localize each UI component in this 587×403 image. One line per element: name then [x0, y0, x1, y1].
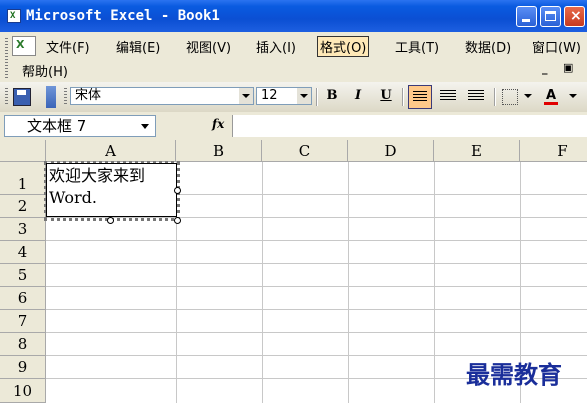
gridline-row — [46, 309, 587, 310]
menu-file[interactable]: 文件(F) — [46, 37, 90, 56]
formula-input[interactable] — [232, 115, 587, 137]
font-size-dropdown-icon[interactable] — [297, 88, 311, 104]
insert-function-icon[interactable]: fx — [212, 117, 224, 131]
column-header-c[interactable]: C — [262, 140, 348, 162]
font-color-button[interactable]: A — [541, 86, 561, 106]
minimize-button[interactable] — [516, 6, 537, 27]
row-header-10[interactable]: 10 — [0, 379, 46, 403]
column-header-d[interactable]: D — [348, 140, 434, 162]
row-header-6[interactable]: 6 — [0, 287, 46, 310]
row-header-5[interactable]: 5 — [0, 264, 46, 287]
toolbar-separator-2 — [402, 88, 404, 106]
menu-view[interactable]: 视图(V) — [186, 37, 231, 56]
formula-bar: 文本框 7 fx — [0, 112, 587, 140]
excel-app-icon[interactable]: X — [7, 9, 21, 23]
toolbar-grip-2[interactable] — [64, 88, 67, 106]
toolbar-separator — [316, 88, 318, 106]
workbook-icon[interactable]: X — [12, 36, 36, 56]
name-box-value: 文本框 7 — [27, 117, 87, 135]
align-left-icon — [413, 91, 427, 103]
toolbar-grip[interactable] — [5, 88, 8, 106]
row-header-3[interactable]: 3 — [0, 218, 46, 241]
font-color-dropdown-icon[interactable] — [569, 94, 577, 98]
watermark-logo-text: 最需教育 — [466, 360, 562, 389]
gridline-row — [46, 263, 587, 264]
menu-help[interactable]: 帮助(H) — [22, 61, 68, 80]
window-title: Microsoft Excel - Book1 — [26, 8, 220, 24]
font-name-select[interactable]: 宋体 — [70, 87, 254, 105]
menu-window[interactable]: 窗口(W) — [532, 37, 581, 56]
row-header-2[interactable]: 2 — [0, 195, 46, 218]
borders-icon[interactable] — [502, 89, 518, 105]
doc-minimize-icon[interactable]: _ — [542, 62, 548, 75]
font-color-swatch — [544, 102, 558, 105]
formatting-toolbar: 宋体 12 B I U A — [0, 82, 587, 112]
row-header-7[interactable]: 7 — [0, 310, 46, 333]
menu-tools[interactable]: 工具(T) — [395, 37, 439, 56]
gridline-col — [434, 162, 435, 403]
menu-edit[interactable]: 编辑(E) — [116, 37, 160, 56]
align-left-button[interactable] — [408, 85, 432, 109]
select-all-corner[interactable] — [0, 140, 46, 162]
font-size-value: 12 — [261, 88, 278, 103]
gridline-col — [262, 162, 263, 403]
maximize-button[interactable] — [540, 6, 561, 27]
resize-handle-bottom-right[interactable] — [174, 217, 181, 224]
name-box[interactable]: 文本框 7 — [4, 115, 156, 137]
close-button[interactable]: × — [564, 6, 585, 27]
resize-handle-bottom[interactable] — [107, 217, 114, 224]
menu-insert[interactable]: 插入(I) — [256, 37, 296, 56]
italic-button[interactable]: I — [348, 86, 368, 106]
column-header-f[interactable]: F — [520, 140, 587, 162]
font-size-select[interactable]: 12 — [256, 87, 312, 105]
align-right-icon[interactable] — [468, 90, 484, 102]
bold-button[interactable]: B — [322, 86, 342, 106]
toolbar-options-icon[interactable] — [46, 86, 56, 108]
gridline-row — [46, 332, 587, 333]
menubar-grip[interactable] — [5, 38, 8, 78]
row-header-1[interactable]: 1 — [0, 162, 46, 195]
row-header-9[interactable]: 9 — [0, 356, 46, 379]
align-center-icon[interactable] — [440, 90, 456, 102]
gridline-col — [348, 162, 349, 403]
menu-bar: X 文件(F) 编辑(E) 视图(V) 插入(I) 格式(O) 工具(T) 数据… — [0, 32, 587, 82]
doc-restore-icon[interactable]: ▣ — [563, 61, 573, 74]
font-name-value: 宋体 — [75, 88, 102, 103]
row-header-8[interactable]: 8 — [0, 333, 46, 356]
title-bar: X Microsoft Excel - Book1 × — [0, 0, 587, 32]
column-header-a[interactable]: A — [46, 140, 176, 162]
name-box-dropdown-icon[interactable] — [141, 124, 149, 129]
toolbar-separator-3 — [494, 88, 496, 106]
gridline-row — [46, 286, 587, 287]
column-header-e[interactable]: E — [434, 140, 520, 162]
row-header-4[interactable]: 4 — [0, 241, 46, 264]
menu-data[interactable]: 数据(D) — [465, 37, 511, 56]
font-color-letter: A — [545, 88, 557, 103]
resize-handle-right[interactable] — [174, 187, 181, 194]
borders-dropdown-icon[interactable] — [524, 94, 532, 98]
save-icon[interactable] — [13, 88, 31, 106]
font-name-dropdown-icon[interactable] — [239, 88, 253, 104]
menu-format[interactable]: 格式(O) — [317, 36, 370, 57]
underline-button[interactable]: U — [376, 86, 396, 106]
gridline-row — [46, 240, 587, 241]
column-header-b[interactable]: B — [176, 140, 262, 162]
text-box-content[interactable]: 欢迎大家来到 Word. — [49, 165, 175, 209]
